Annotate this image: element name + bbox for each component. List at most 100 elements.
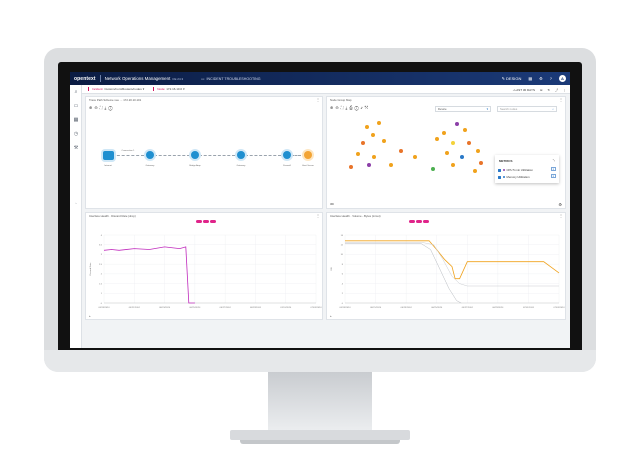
map-node[interactable] xyxy=(476,149,480,153)
map-node[interactable] xyxy=(356,152,360,156)
x-tick-label: 06/25/2024 xyxy=(189,307,201,309)
x-tick-label: 07/01/2024 xyxy=(280,307,292,309)
map-node[interactable] xyxy=(467,141,471,145)
map-node[interactable] xyxy=(367,163,371,167)
node-label: Internet xyxy=(104,165,112,167)
node-label: Gateway xyxy=(236,165,246,167)
checkbox[interactable] xyxy=(498,175,501,179)
metric-label: Memory Utilization xyxy=(506,175,530,179)
path-node-bridge[interactable] xyxy=(191,151,199,159)
y-tick-label: 1.5 xyxy=(99,283,103,285)
filter-chip-node[interactable]: Node: 172.16.10.0 ▾ xyxy=(153,87,187,91)
path-node-gateway[interactable] xyxy=(146,151,154,159)
map-node[interactable] xyxy=(473,169,477,173)
panel-title: Interface Health · Volume - Bytes (in/ou… xyxy=(330,214,381,218)
layout-icon[interactable]: ⤲ xyxy=(365,105,370,110)
add-icon[interactable]: + xyxy=(89,314,91,318)
refresh-icon[interactable]: ↻ xyxy=(547,88,550,92)
path-node-host[interactable] xyxy=(304,151,312,159)
incident-troubleshooting-link[interactable]: ▭ INCIDENT TROUBLESHOOTING xyxy=(201,77,260,81)
x-tick-label: 06/29/2024 xyxy=(250,307,262,309)
path-node-internet[interactable] xyxy=(103,151,114,160)
monitor-stand-neck xyxy=(268,372,372,432)
x-tick-label: 07/03/2024 xyxy=(554,307,565,309)
filter-chip-incident[interactable]: Incident: Custom/nom/Routers/nodes ▾ xyxy=(88,87,147,91)
brand-logo: opentext xyxy=(74,75,96,82)
search-input[interactable]: Search nodes ⌕ xyxy=(497,106,557,112)
settings-icon[interactable]: ⚙ xyxy=(558,202,562,207)
panel-title: Trace Path Scheme vue ··· 172.20.10.101 xyxy=(89,98,142,102)
map-node[interactable] xyxy=(413,155,417,159)
map-toolbar: ⊕⊖⛶⤓⎙ⓘ⤴⤲ xyxy=(330,105,370,110)
map-node[interactable] xyxy=(435,137,439,141)
metric-row[interactable]: CPU 5 min Utilization xyxy=(498,168,533,172)
edit-icon: ✎ xyxy=(501,76,505,81)
metrics-title: METRICS xyxy=(499,159,513,163)
design-mode-button[interactable]: ✎ DESIGN xyxy=(502,76,522,81)
map-node[interactable] xyxy=(377,121,381,125)
map-node[interactable] xyxy=(389,163,393,167)
map-node[interactable] xyxy=(371,133,375,137)
dashboard-icon[interactable]: ▦ xyxy=(73,117,79,123)
y-tick-label: 1 xyxy=(101,293,103,295)
map-node[interactable] xyxy=(479,161,483,165)
expand-rail-icon[interactable]: › xyxy=(73,200,79,206)
path-toolbar: ⊕⊖⛶⤓ⓘ xyxy=(89,105,114,110)
path-link xyxy=(199,155,235,156)
checkbox[interactable] xyxy=(498,168,501,172)
panel-menu-icon[interactable]: ⋮ xyxy=(316,213,320,218)
zoom-out-icon[interactable]: ⊖ xyxy=(540,88,543,92)
metric-settings-button[interactable]: ≡ xyxy=(551,174,556,178)
series-line xyxy=(103,246,195,304)
panel-menu-icon[interactable]: ⋮ xyxy=(316,97,320,102)
wrench-icon[interactable]: ⚒ xyxy=(73,145,79,151)
node-label: Gateway xyxy=(145,165,155,167)
collapse-icon[interactable]: ⤡ xyxy=(553,158,555,162)
info-icon[interactable]: ⓘ xyxy=(108,105,114,110)
metric-settings-button[interactable]: ≡ xyxy=(551,167,556,171)
discard-rate-chart: 0 1 1.5 2 2.5 3 3.5 4 06/19/2024 06/21/2024 06/23/… xyxy=(89,234,322,309)
incident-label: INCIDENT TROUBLESHOOTING xyxy=(206,76,261,81)
map-node[interactable] xyxy=(361,141,365,145)
metric-swatch xyxy=(502,175,505,179)
monitor-icon[interactable]: ▭ xyxy=(73,103,79,109)
map-node[interactable] xyxy=(445,151,449,155)
settings-icon[interactable]: ⚙ xyxy=(539,76,543,81)
help-icon[interactable]: ? xyxy=(550,76,552,81)
time-controls: ‹ LAST 30 DAYS ⊖ ↻ ⤴ ⋮ xyxy=(513,85,566,94)
x-tick-label: 06/19/2024 xyxy=(340,307,352,309)
path-node-firewall[interactable] xyxy=(283,151,291,159)
avatar[interactable]: A xyxy=(559,75,566,82)
map-node[interactable] xyxy=(460,155,464,159)
share-icon[interactable]: ⤴ xyxy=(555,88,558,92)
map-node[interactable] xyxy=(442,131,446,135)
map-node[interactable] xyxy=(349,165,353,169)
metric-row[interactable]: Memory Utilization xyxy=(498,175,530,179)
design-label: DESIGN xyxy=(506,76,522,81)
search-icon[interactable]: ⌕ xyxy=(73,89,79,95)
y-tick-label: 6 xyxy=(342,274,344,276)
map-node[interactable] xyxy=(399,149,403,153)
panel-menu-icon[interactable]: ⋮ xyxy=(559,97,563,102)
add-icon[interactable]: + xyxy=(330,314,332,318)
map-node[interactable] xyxy=(451,163,455,167)
grid-icon[interactable]: ▦ xyxy=(528,76,532,81)
map-node[interactable] xyxy=(372,155,376,159)
map-node[interactable] xyxy=(451,141,455,145)
map-node[interactable] xyxy=(431,167,435,171)
filter-key: Incident: xyxy=(92,87,104,91)
panel-menu-icon[interactable]: ⋮ xyxy=(559,213,563,218)
map-node[interactable] xyxy=(365,125,369,129)
time-range-selector[interactable]: ‹ LAST 30 DAYS xyxy=(513,88,535,92)
x-tick-label: 06/21/2024 xyxy=(370,307,382,309)
group-type-dropdown[interactable]: Device ▾ xyxy=(435,106,491,112)
x-tick-label: 06/19/2024 xyxy=(99,307,111,309)
map-node[interactable] xyxy=(463,128,467,132)
map-node[interactable] xyxy=(455,122,459,126)
more-icon[interactable]: ⋮ xyxy=(563,88,566,92)
clock-icon[interactable]: ◷ xyxy=(73,131,79,137)
map-mode-label[interactable]: 3D xyxy=(330,202,334,206)
map-node[interactable] xyxy=(382,139,386,143)
x-tick-label: 06/23/2024 xyxy=(159,307,171,309)
path-node-gateway-2[interactable] xyxy=(237,151,245,159)
